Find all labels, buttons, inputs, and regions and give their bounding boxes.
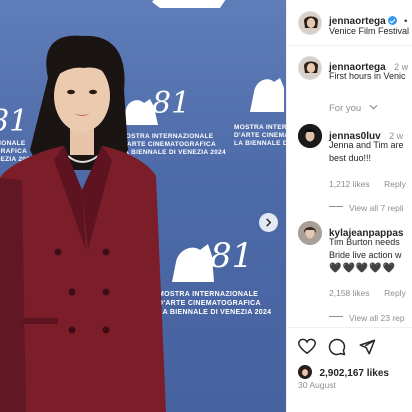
- header-location[interactable]: Venice Film Festival: [329, 26, 409, 36]
- view-replies-label: View all 23 rep: [349, 313, 405, 323]
- post-likes-count[interactable]: 2,902,167 likes: [319, 368, 389, 379]
- comment-likes[interactable]: 1,212 likes: [329, 179, 370, 189]
- divider: [329, 206, 343, 208]
- divider: [329, 316, 343, 318]
- chevron-right-icon: [266, 218, 272, 227]
- post-photo[interactable]: 81 NTERNAZIONALE NEMATOGRAFICA LE DI VEN…: [0, 0, 286, 412]
- chevron-down-icon: [369, 104, 378, 110]
- comment-text-line2: Bride live action w: [329, 250, 402, 260]
- post-header: jennaortega • Venice Film Festival: [287, 0, 412, 46]
- comment-avatar[interactable]: [298, 221, 322, 245]
- comment-bubble-icon[interactable]: [328, 338, 346, 356]
- for-you-label: For you: [329, 103, 362, 114]
- view-replies-button[interactable]: View all 23 rep: [329, 308, 405, 326]
- caption-avatar[interactable]: [298, 56, 322, 80]
- comment-avatar[interactable]: [298, 124, 322, 148]
- avatar[interactable]: [298, 11, 322, 35]
- header-dot: •: [404, 16, 408, 26]
- view-replies-button[interactable]: View all 7 repli: [329, 198, 404, 216]
- caption-text: First hours in Venic: [329, 71, 406, 81]
- post-date[interactable]: 30 August: [298, 380, 336, 390]
- comment-hearts: 🖤🖤🖤🖤🖤: [329, 263, 397, 274]
- view-replies-label: View all 7 repli: [349, 203, 404, 213]
- liker-avatar-icon[interactable]: [298, 365, 312, 379]
- comment-text-line1: Tim Burton needs: [329, 237, 400, 247]
- like-heart-icon[interactable]: [298, 338, 316, 355]
- post-sidebar: jennaortega • Venice Film Festival jenna…: [286, 0, 412, 412]
- person-figure: [0, 35, 166, 412]
- next-image-button[interactable]: [259, 213, 278, 232]
- verified-badge-icon: [387, 16, 397, 25]
- comment-text-line2: best duo!!!: [329, 153, 372, 163]
- post-actions: 2,902,167 likes 30 August: [287, 327, 412, 412]
- comment-text-line1: Jenna and Tim are: [329, 140, 404, 150]
- comment-reply-button[interactable]: Reply: [384, 179, 406, 189]
- comment-reply-button[interactable]: Reply: [384, 288, 406, 298]
- share-send-icon[interactable]: [358, 338, 376, 356]
- for-you-toggle[interactable]: For you: [329, 98, 378, 116]
- comment-likes[interactable]: 2,158 likes: [329, 288, 370, 298]
